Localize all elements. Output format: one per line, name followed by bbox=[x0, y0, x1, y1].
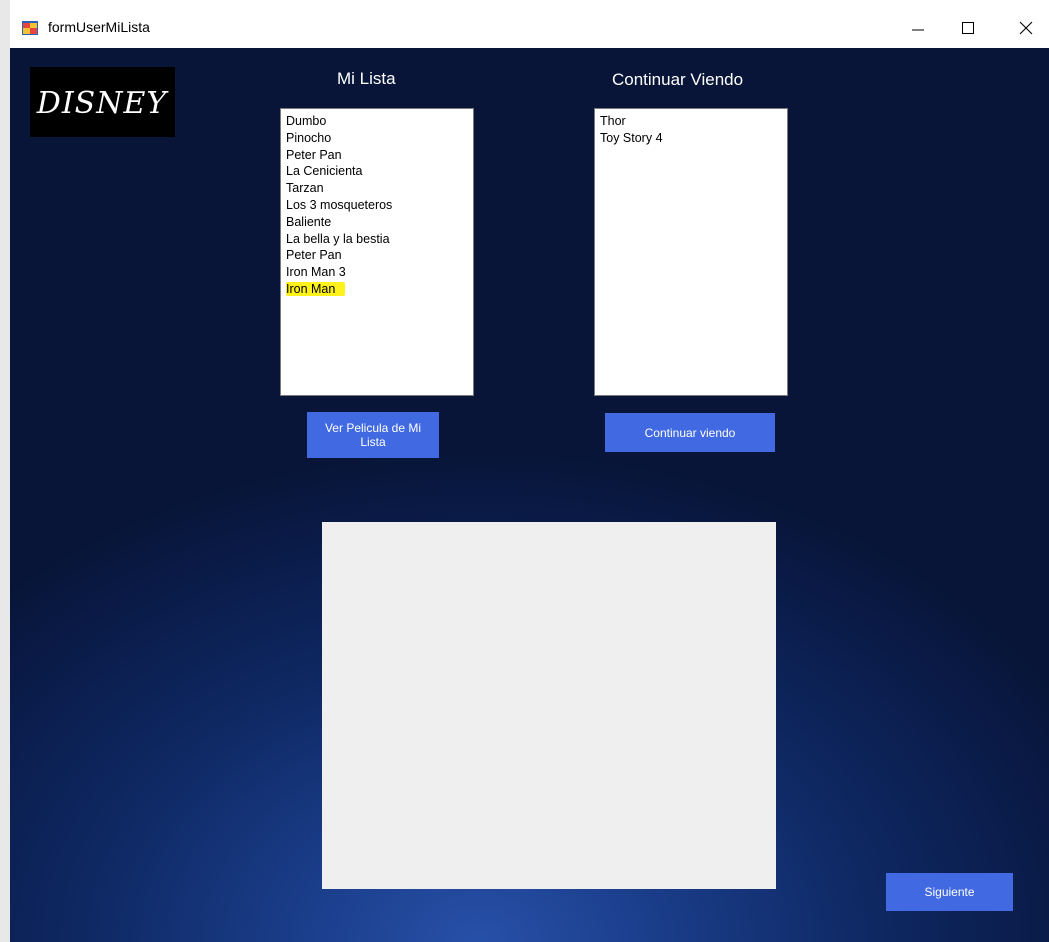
form-window: formUserMiLista DISNEY Mi Lista Continua… bbox=[10, 8, 1049, 942]
svg-text:DISNEY: DISNEY bbox=[36, 86, 170, 121]
ver-pelicula-button[interactable]: Ver Pelicula de Mi Lista bbox=[307, 412, 439, 458]
list-item[interactable]: Dumbo bbox=[286, 113, 473, 130]
continuar-viendo-listbox[interactable]: Thor Toy Story 4 bbox=[594, 108, 788, 396]
list-item[interactable]: Peter Pan bbox=[286, 147, 473, 164]
disney-logo-mark: DISNEY bbox=[36, 86, 170, 121]
mi-lista-heading: Mi Lista bbox=[337, 69, 396, 88]
continuar-viendo-button[interactable]: Continuar viendo bbox=[605, 413, 775, 452]
list-item[interactable]: Baliente bbox=[286, 214, 473, 231]
mi-lista-listbox[interactable]: Dumbo Pinocho Peter Pan La Cenicienta Ta… bbox=[280, 108, 474, 396]
window-title: formUserMiLista bbox=[48, 19, 150, 35]
list-item[interactable]: Iron Man 3 bbox=[286, 264, 473, 281]
siguiente-button[interactable]: Siguiente bbox=[886, 873, 1013, 911]
list-item-highlighted[interactable]: Iron Man bbox=[286, 281, 473, 298]
continuar-viendo-heading: Continuar Viendo bbox=[612, 70, 744, 89]
list-item[interactable]: Pinocho bbox=[286, 130, 473, 147]
minimize-button[interactable] bbox=[895, 8, 941, 48]
title-bar: formUserMiLista bbox=[10, 8, 1049, 48]
list-item[interactable]: Thor bbox=[600, 113, 787, 130]
maximize-icon bbox=[962, 22, 974, 34]
list-item[interactable]: Los 3 mosqueteros bbox=[286, 197, 473, 214]
list-item[interactable]: La Cenicienta bbox=[286, 163, 473, 180]
highlighted-item-text: Iron Man bbox=[286, 281, 346, 296]
app-icon bbox=[22, 21, 38, 35]
close-button[interactable] bbox=[1003, 8, 1049, 48]
siguiente-button-label: Siguiente bbox=[924, 885, 975, 899]
maximize-button[interactable] bbox=[945, 8, 991, 48]
minimize-icon bbox=[912, 29, 924, 31]
disney-logo: DISNEY bbox=[30, 67, 175, 137]
desktop-edge bbox=[0, 0, 10, 942]
continuar-viendo-button-label: Continuar viendo bbox=[644, 425, 736, 440]
video-panel bbox=[322, 522, 776, 889]
ver-pelicula-button-label: Ver Pelicula de Mi Lista bbox=[324, 421, 422, 449]
close-icon bbox=[1019, 21, 1033, 35]
list-item[interactable]: La bella y la bestia bbox=[286, 231, 473, 248]
list-item[interactable]: Peter Pan bbox=[286, 247, 473, 264]
form-client-area: DISNEY Mi Lista Continuar Viendo Dumbo P… bbox=[10, 48, 1049, 942]
list-item[interactable]: Tarzan bbox=[286, 180, 473, 197]
list-item[interactable]: Toy Story 4 bbox=[600, 130, 787, 147]
